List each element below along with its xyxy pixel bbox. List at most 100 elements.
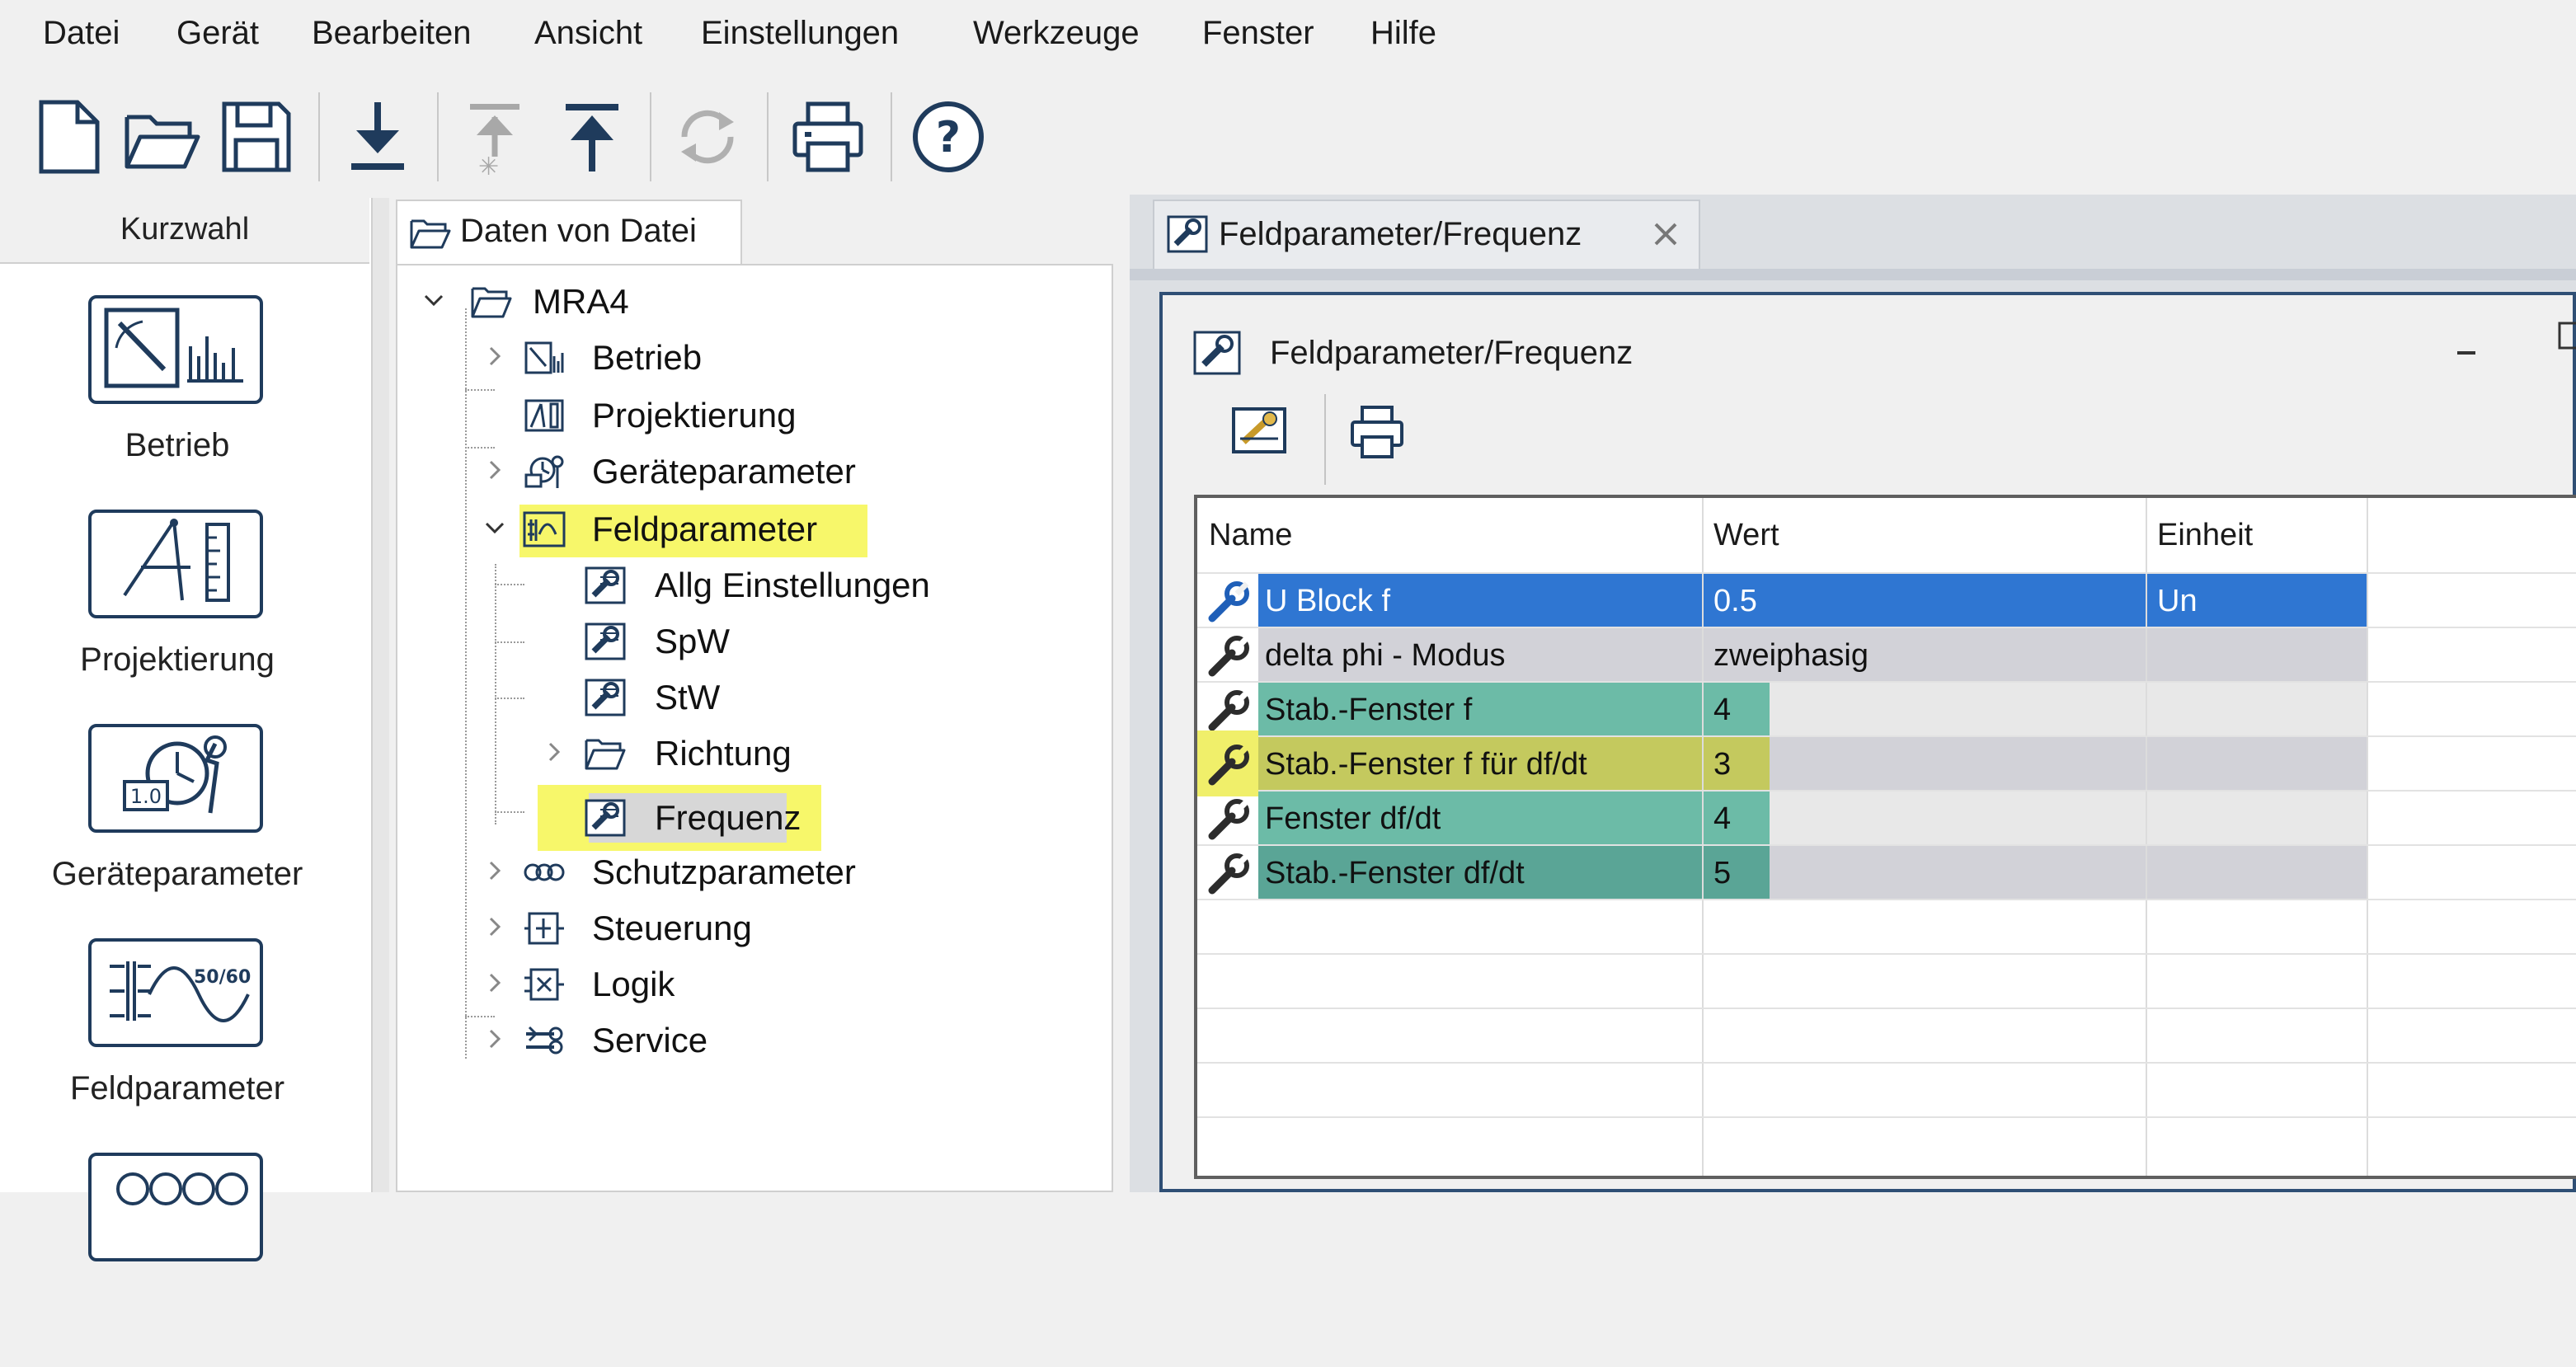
- tab-daten-von-datei[interactable]: Daten von Datei: [396, 200, 742, 264]
- cell-value[interactable]: zweiphasig: [1704, 628, 2146, 681]
- cell-name: U Block f: [1258, 574, 1702, 627]
- tree-item-logik[interactable]: Logik: [397, 960, 892, 1009]
- tree-item-richtung[interactable]: Richtung: [397, 729, 892, 778]
- window-title: Feldparameter/Frequenz: [1270, 335, 1634, 371]
- kurzwahl-item-projektierung[interactable]: Projektierung: [0, 510, 355, 724]
- wrench-settings-icon: [1193, 331, 1241, 375]
- chevron-down-icon[interactable]: [422, 289, 445, 312]
- folder-icon: [410, 219, 451, 249]
- kurzwahl-item-betrieb[interactable]: Betrieb: [0, 295, 355, 510]
- table-row[interactable]: Stab.-Fenster f für df/dt 3: [1197, 730, 2368, 796]
- tree-item-steuerung[interactable]: Steuerung: [397, 904, 892, 953]
- menu-bearbeiten[interactable]: Bearbeiten: [312, 15, 471, 52]
- table-row[interactable]: Stab.-Fenster f 4: [1197, 683, 2368, 737]
- menu-ansicht[interactable]: Ansicht: [534, 15, 642, 52]
- tree-item-betrieb[interactable]: Betrieb: [397, 333, 892, 383]
- help-icon[interactable]: ?: [909, 97, 988, 176]
- chevron-right-icon[interactable]: [483, 345, 506, 368]
- steuerung-icon: [524, 912, 564, 945]
- save-icon[interactable]: [216, 97, 295, 176]
- tree-item-allg-einstellungen[interactable]: Allg Einstellungen: [397, 561, 930, 610]
- print-icon: [1351, 406, 1403, 458]
- wrench-icon: [1208, 799, 1249, 840]
- table-row[interactable]: delta phi - Modus zweiphasig: [1197, 628, 2368, 683]
- tree-item-frequenz[interactable]: Frequenz: [397, 793, 892, 843]
- menu-fenster[interactable]: Fenster: [1202, 15, 1314, 52]
- chevron-right-icon[interactable]: [483, 1027, 506, 1050]
- cell-value[interactable]: 4: [1704, 792, 1770, 844]
- kurzwahl-label: Betrieb: [125, 427, 230, 463]
- tree-item-schutzparameter[interactable]: Schutzparameter: [397, 848, 892, 897]
- menu-werkzeuge[interactable]: Werkzeuge: [973, 15, 1140, 52]
- table-row[interactable]: Fenster df/dt 4: [1197, 792, 2368, 846]
- betrieb-icon: [524, 341, 564, 374]
- svg-text:?: ?: [936, 113, 961, 162]
- cell-value[interactable]: 5: [1704, 846, 1770, 899]
- tree-item-mra4[interactable]: MRA4: [397, 277, 892, 326]
- refresh-disabled-icon[interactable]: [668, 97, 747, 176]
- column-header-wert[interactable]: Wert: [1713, 518, 1779, 553]
- geraeteparameter-icon: 1.0: [88, 724, 263, 833]
- cell-value[interactable]: 0.5: [1704, 574, 2146, 627]
- kurzwahl-header: Kurzwahl: [0, 198, 369, 264]
- open-folder-icon[interactable]: [122, 97, 201, 176]
- menu-einstellungen[interactable]: Einstellungen: [701, 15, 899, 52]
- wrench-icon: [1208, 690, 1249, 731]
- cell-unit: [2147, 683, 2367, 735]
- tree-item-geraeteparameter[interactable]: Geräteparameter: [397, 447, 892, 496]
- close-icon[interactable]: [1649, 218, 1682, 251]
- tree-item-feldparameter[interactable]: Feldparameter: [397, 505, 892, 554]
- minimize-icon[interactable]: [2449, 331, 2482, 356]
- chevron-right-icon[interactable]: [483, 859, 506, 882]
- cell-value[interactable]: 4: [1704, 683, 1770, 735]
- wrench-settings-icon: [585, 566, 626, 604]
- menu-geraet[interactable]: Gerät: [176, 15, 259, 52]
- parameter-window: Feldparameter/Frequenz Name Wert Einheit…: [1159, 292, 2576, 1192]
- tree-item-projektierung[interactable]: Projektierung: [397, 391, 892, 440]
- tree-item-spw[interactable]: SpW: [397, 617, 892, 666]
- tree-label: Service: [592, 1021, 708, 1059]
- upload-disabled-icon[interactable]: ✳: [455, 97, 534, 176]
- toolbar-separator: [650, 92, 651, 181]
- column-header-einheit[interactable]: Einheit: [2157, 518, 2253, 553]
- projektierung-icon: [524, 399, 564, 432]
- cell-unit: Un: [2147, 574, 2367, 627]
- maximize-icon[interactable]: [2556, 320, 2576, 353]
- print-icon[interactable]: [788, 97, 867, 176]
- chevron-right-icon[interactable]: [483, 915, 506, 938]
- tree-label: Logik: [592, 965, 675, 1003]
- cell-name: Stab.-Fenster f für df/dt: [1258, 737, 1702, 790]
- menu-datei[interactable]: Datei: [43, 15, 120, 52]
- feldparameter-icon: [523, 511, 566, 547]
- kurzwahl-label: Projektierung: [80, 641, 275, 678]
- kurzwahl-scrollbar[interactable]: [373, 198, 389, 1192]
- table-row[interactable]: Stab.-Fenster df/dt 5: [1197, 846, 2368, 900]
- upload-icon[interactable]: [552, 97, 632, 176]
- table-row[interactable]: U Block f 0.5 Un: [1197, 574, 2368, 628]
- menu-hilfe[interactable]: Hilfe: [1370, 15, 1436, 52]
- wrench-icon: [1208, 636, 1249, 677]
- main-toolbar: ✳ ?: [0, 79, 2576, 195]
- tree-panel: MRA4 Betrieb Projektierung Geräteparamet…: [396, 264, 1113, 1192]
- tree-item-service[interactable]: Service: [397, 1016, 892, 1065]
- cell-value[interactable]: 3: [1704, 737, 1770, 790]
- tab-feldparameter-frequenz[interactable]: Feldparameter/Frequenz: [1153, 200, 1700, 269]
- column-header-name[interactable]: Name: [1209, 518, 1292, 553]
- chevron-right-icon[interactable]: [543, 740, 566, 763]
- kurzwahl-item-feldparameter[interactable]: 50/60 Feldparameter: [0, 938, 355, 1153]
- svg-text:1.0: 1.0: [130, 785, 162, 808]
- tree-item-stw[interactable]: StW: [397, 673, 892, 722]
- download-icon[interactable]: [338, 97, 417, 176]
- chevron-down-icon[interactable]: [483, 516, 506, 539]
- edit-parameter-button[interactable]: [1229, 401, 1291, 463]
- chevron-right-icon[interactable]: [483, 971, 506, 994]
- chevron-right-icon[interactable]: [483, 458, 506, 482]
- tree-label: StW: [655, 678, 721, 716]
- kurzwahl-item-more[interactable]: [0, 1153, 355, 1367]
- tree-label: Projektierung: [592, 396, 797, 435]
- kurzwahl-item-geraeteparameter[interactable]: 1.0 Geräteparameter: [0, 724, 355, 938]
- folder-open-icon: [471, 287, 512, 318]
- new-file-icon[interactable]: [30, 97, 109, 176]
- toolbar-separator: [318, 92, 320, 181]
- print-button[interactable]: [1346, 401, 1408, 463]
